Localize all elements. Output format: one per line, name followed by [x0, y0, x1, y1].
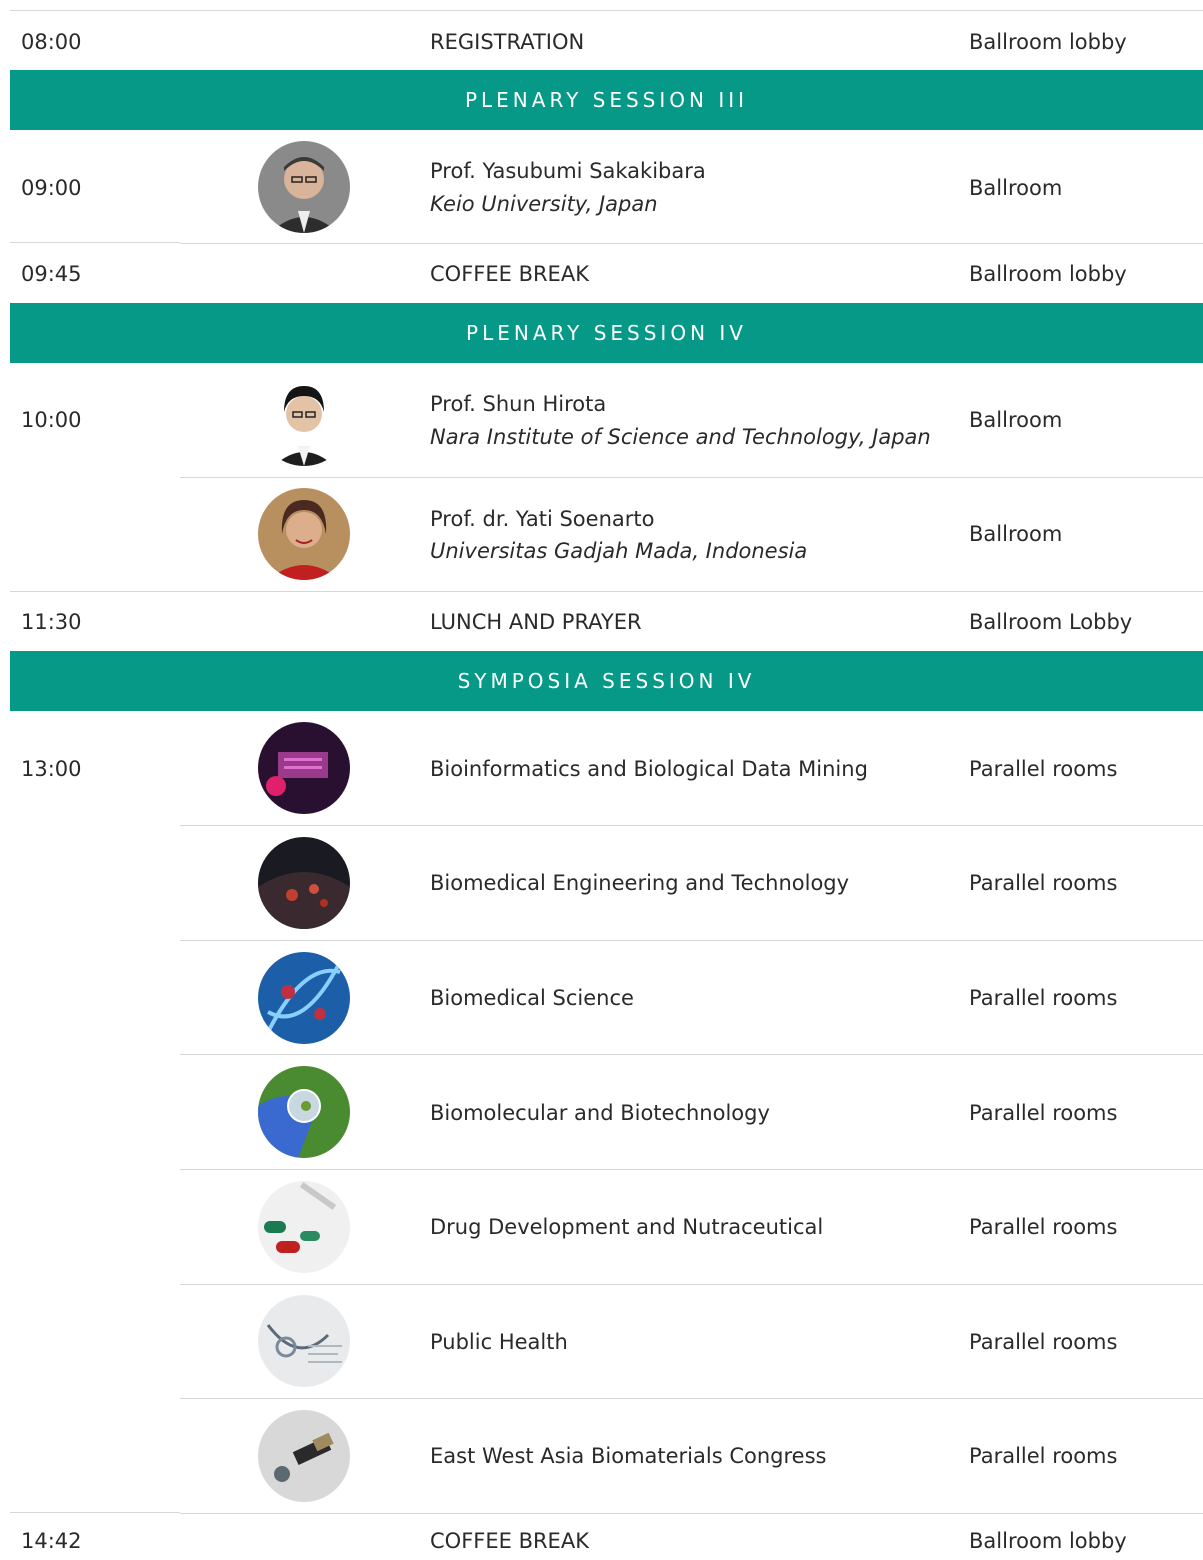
time-plenary-4: 10:00 [21, 408, 82, 432]
track-image-biomaterials [258, 1410, 350, 1502]
track-location-6: Parallel rooms [969, 1330, 1118, 1354]
speaker-affiliation-sakakibara: Keio University, Japan [430, 192, 658, 216]
divider [10, 10, 1203, 11]
speaker-photo-hirota [258, 374, 350, 466]
section-header-plenary-3: PLENARY SESSION III [10, 70, 1203, 130]
track-image-biomolecular [258, 1066, 350, 1158]
location-plenary-3: Ballroom [969, 176, 1063, 200]
speaker-name-sakakibara: Prof. Yasubumi Sakakibara [430, 159, 706, 183]
track-title-7: East West Asia Biomaterials Congress [430, 1444, 827, 1468]
track-location-5: Parallel rooms [969, 1215, 1118, 1239]
event-coffee-1: COFFEE BREAK [430, 262, 589, 286]
track-title-6: Public Health [430, 1330, 568, 1354]
track-title-5: Drug Development and Nutraceutical [430, 1215, 824, 1239]
track-image-bioinformatics [258, 722, 350, 814]
divider [180, 1054, 1203, 1055]
speaker-name-hirota: Prof. Shun Hirota [430, 392, 607, 416]
event-coffee-2: COFFEE BREAK [430, 1529, 589, 1553]
divider [10, 1512, 180, 1513]
time-lunch: 11:30 [21, 610, 82, 634]
location-registration: Ballroom lobby [969, 30, 1127, 54]
divider [180, 243, 1203, 244]
speaker-name-soenarto: Prof. dr. Yati Soenarto [430, 507, 655, 531]
speaker-affiliation-soenarto: Universitas Gadjah Mada, Indonesia [430, 539, 808, 563]
event-registration: REGISTRATION [430, 30, 585, 54]
time-coffee-1: 09:45 [21, 262, 82, 286]
track-image-public-health [258, 1295, 350, 1387]
section-header-plenary-4: PLENARY SESSION IV [10, 303, 1203, 363]
location-coffee-1: Ballroom lobby [969, 262, 1127, 286]
time-symposia-4: 13:00 [21, 757, 82, 781]
speaker-photo-soenarto [258, 488, 350, 580]
divider [10, 591, 1203, 592]
divider [180, 1398, 1203, 1399]
divider [180, 1284, 1203, 1285]
divider [180, 940, 1203, 941]
divider [180, 825, 1203, 826]
location-plenary-4-talk-2: Ballroom [969, 522, 1063, 546]
section-header-symposia-4: SYMPOSIA SESSION IV [10, 651, 1203, 711]
track-location-1: Parallel rooms [969, 757, 1118, 781]
track-title-3: Biomedical Science [430, 986, 634, 1010]
track-title-1: Bioinformatics and Biological Data Minin… [430, 757, 868, 781]
divider [180, 1513, 1203, 1514]
speaker-photo-sakakibara [258, 141, 350, 233]
track-title-4: Biomolecular and Biotechnology [430, 1101, 770, 1125]
track-image-biomedical-science [258, 952, 350, 1044]
track-image-drug-development [258, 1181, 350, 1273]
divider [180, 477, 1203, 478]
track-location-7: Parallel rooms [969, 1444, 1118, 1468]
event-lunch: LUNCH AND PRAYER [430, 610, 642, 634]
time-plenary-3: 09:00 [21, 176, 82, 200]
track-location-2: Parallel rooms [969, 871, 1118, 895]
track-location-4: Parallel rooms [969, 1101, 1118, 1125]
track-image-biomedical-engineering [258, 837, 350, 929]
location-lunch: Ballroom Lobby [969, 610, 1133, 634]
location-coffee-2: Ballroom lobby [969, 1529, 1127, 1553]
track-location-3: Parallel rooms [969, 986, 1118, 1010]
time-coffee-2: 14:42 [21, 1529, 82, 1553]
location-plenary-4-talk-1: Ballroom [969, 408, 1063, 432]
time-registration: 08:00 [21, 30, 82, 54]
divider [10, 242, 180, 243]
speaker-affiliation-hirota: Nara Institute of Science and Technology… [430, 425, 931, 449]
track-title-2: Biomedical Engineering and Technology [430, 871, 850, 895]
divider [180, 1169, 1203, 1170]
